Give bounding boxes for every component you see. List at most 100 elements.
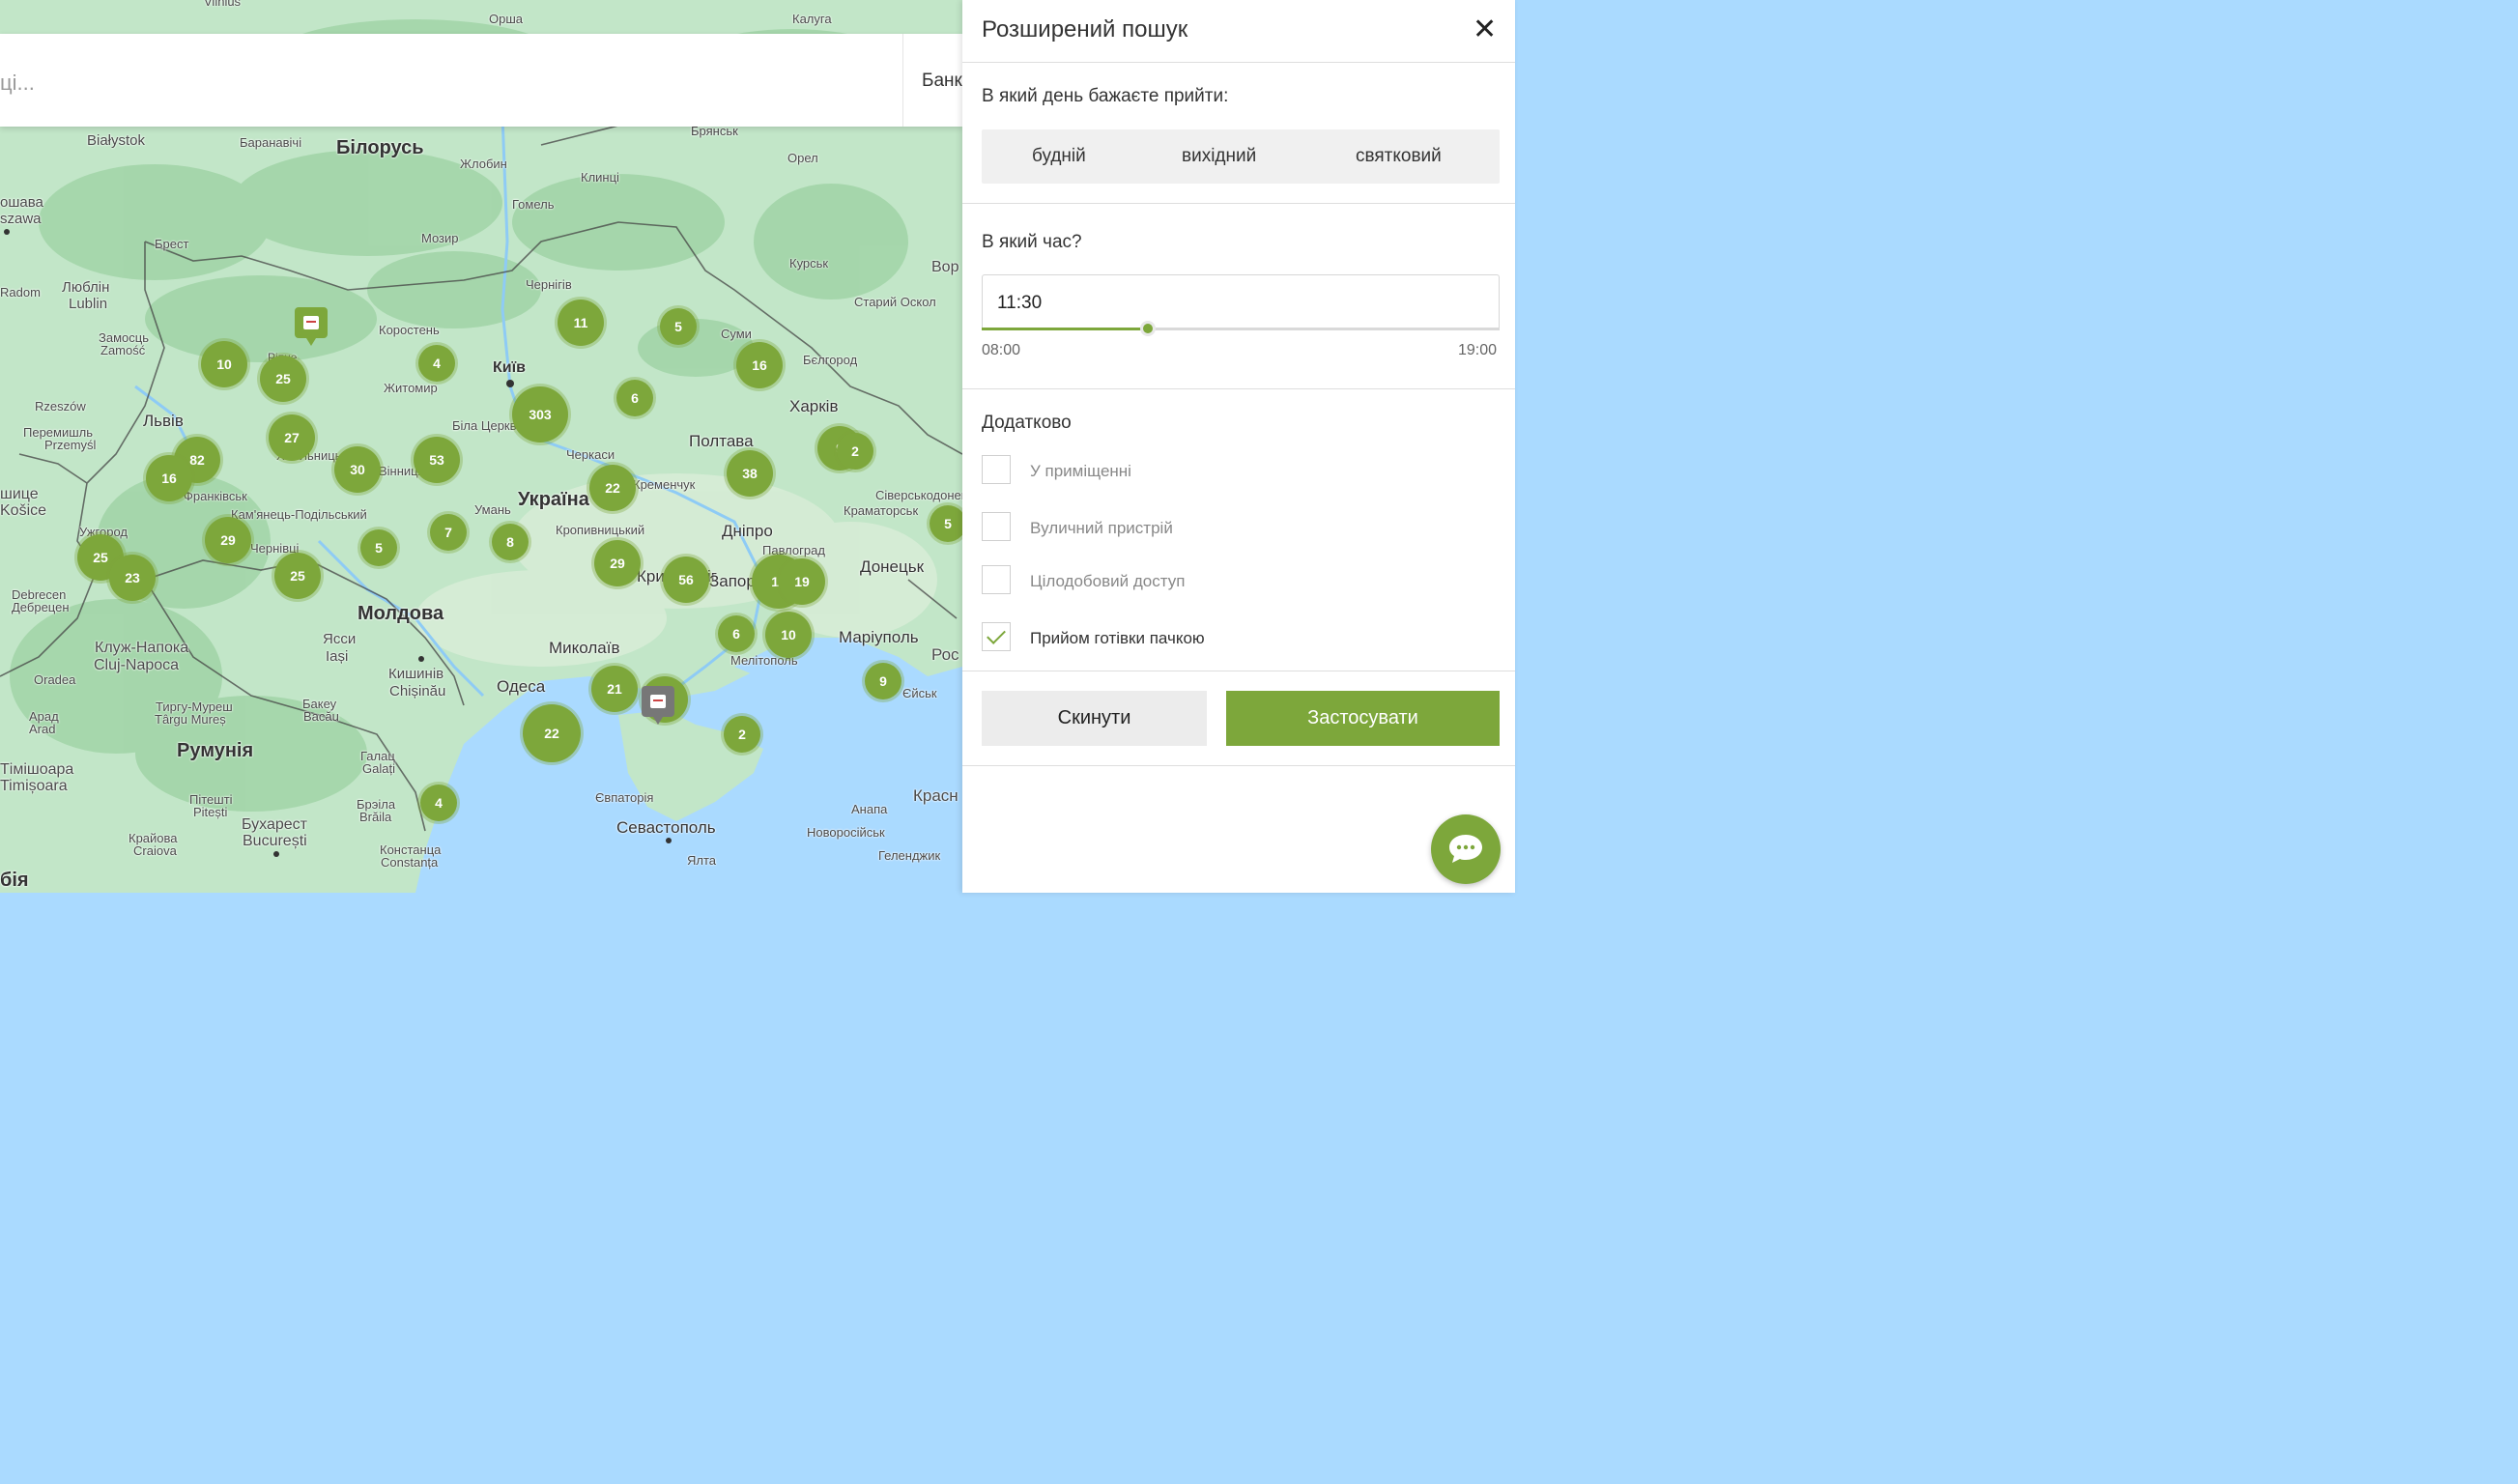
time-max-label: 19:00 — [1458, 342, 1498, 358]
map-cluster[interactable]: 5 — [360, 529, 397, 566]
map-cluster[interactable]: 5 — [660, 308, 697, 345]
map-label: Cluj-Napoca — [94, 657, 180, 673]
map-label: Орел — [787, 151, 818, 165]
map-label-country: Молдова — [358, 603, 444, 624]
map-cluster[interactable]: 4 — [418, 345, 455, 382]
map-label: Тімішоара — [0, 761, 74, 778]
map[interactable]: Vilnius Орша Калуга Białystok Баранавічі… — [0, 0, 962, 893]
map-label: Oradea — [34, 672, 76, 687]
atm-pin-icon[interactable] — [295, 307, 328, 346]
map-label: Брест — [155, 237, 189, 251]
chat-button[interactable] — [1431, 814, 1501, 884]
map-cluster[interactable]: 7 — [430, 514, 467, 551]
close-icon[interactable]: ✕ — [1473, 15, 1497, 44]
map-cluster[interactable]: 25 — [274, 553, 321, 599]
time-slider-handle[interactable] — [1139, 321, 1156, 336]
map-label: szawa — [0, 211, 42, 227]
map-label: Pitești — [193, 805, 228, 819]
map-cluster[interactable]: 30 — [334, 446, 381, 493]
branch-pin-icon[interactable] — [642, 686, 674, 725]
map-label-country: Білорусь — [336, 137, 424, 158]
map-cluster[interactable]: 16 — [146, 455, 192, 501]
map-cluster[interactable]: 2 — [837, 433, 873, 470]
map-label: Lublin — [69, 296, 108, 312]
map-label: Красн — [913, 786, 959, 805]
time-slider-track[interactable] — [982, 328, 1500, 330]
map-label: Геленджик — [878, 848, 941, 863]
day-option-weekend[interactable]: вихідний — [1182, 146, 1256, 167]
time-question: В який час? — [982, 232, 1082, 252]
day-option-holiday[interactable]: святковий — [1356, 146, 1442, 167]
map-label-country: бія — [0, 870, 29, 891]
map-label: Коростень — [379, 323, 440, 337]
map-label: Умань — [474, 502, 511, 517]
map-cluster[interactable]: 38 — [727, 450, 773, 497]
divider — [962, 388, 1515, 389]
map-label: Кам'янець-Подільський — [231, 507, 367, 522]
checkbox-24h[interactable] — [982, 565, 1011, 594]
time-slider-fill — [982, 328, 1148, 330]
map-label: Старий Оскол — [854, 295, 936, 309]
map-cluster[interactable]: 23 — [109, 555, 156, 601]
map-cluster[interactable]: 9 — [865, 663, 901, 699]
map-cluster[interactable]: 19 — [779, 558, 825, 605]
map-cluster[interactable]: 10 — [765, 612, 812, 658]
map-label: Черкаси — [566, 447, 615, 462]
map-cluster[interactable]: 5 — [930, 505, 962, 542]
map-label: Рос — [931, 645, 959, 664]
panel-title: Розширений пошук — [982, 16, 1188, 43]
map-cluster[interactable]: 21 — [591, 666, 638, 712]
reset-button[interactable]: Скинути — [982, 691, 1207, 746]
time-field[interactable]: 11:30 — [982, 274, 1500, 330]
map-cluster[interactable]: 53 — [414, 437, 460, 483]
map-label: шице — [0, 486, 39, 502]
map-label: Орша — [489, 12, 524, 26]
day-question: В який день бажаєте прийти: — [982, 86, 1229, 106]
map-label: Сіверськодонецьк — [875, 488, 962, 502]
map-cluster[interactable]: 11 — [558, 300, 604, 346]
checkbox-cash-bundle[interactable] — [982, 622, 1011, 651]
map-cluster[interactable]: 8 — [492, 524, 529, 560]
map-label: Radom — [0, 285, 41, 300]
apply-button[interactable]: Застосувати — [1226, 691, 1500, 746]
map-cluster[interactable]: 29 — [205, 517, 251, 563]
time-min-label: 08:00 — [982, 342, 1021, 358]
filter-tab-bank[interactable]: Банк — [922, 71, 962, 92]
search-input[interactable]: ці... — [0, 71, 35, 96]
map-label: Львів — [143, 412, 184, 430]
map-cluster[interactable]: 4 — [420, 785, 457, 821]
map-label: Košice — [0, 502, 47, 519]
map-cluster[interactable]: 2 — [724, 716, 760, 753]
map-cluster[interactable]: 10 — [201, 341, 247, 387]
map-label: Galați — [362, 761, 395, 776]
map-cluster[interactable]: 29 — [594, 540, 641, 586]
map-label: Люблін — [62, 279, 110, 296]
map-cluster[interactable]: 25 — [260, 356, 306, 402]
search-divider — [902, 34, 903, 127]
map-cluster[interactable]: 27 — [269, 414, 315, 461]
day-option-weekday[interactable]: будній — [1032, 146, 1086, 167]
map-cluster[interactable]: 22 — [523, 704, 581, 762]
map-label-country: Україна — [518, 489, 589, 510]
checkbox-indoor[interactable] — [982, 455, 1011, 484]
map-cluster[interactable]: 22 — [589, 465, 636, 511]
map-cluster[interactable]: 303 — [512, 386, 568, 442]
advanced-search-panel: Розширений пошук ✕ В який день бажаєте п… — [962, 0, 1515, 893]
map-label: Бєлгород — [803, 353, 858, 367]
chat-bubble-icon — [1449, 835, 1482, 863]
map-label: Баранавічі — [240, 135, 302, 150]
divider — [962, 203, 1515, 204]
checkbox-outdoor[interactable] — [982, 512, 1011, 541]
map-label: Дніпро — [722, 522, 773, 540]
map-label: Мозир — [421, 231, 459, 245]
map-label: Анапа — [851, 802, 888, 816]
map-label: Євпаторія — [595, 790, 654, 805]
map-label: Клинці — [581, 170, 619, 185]
map-label: Франківськ — [184, 489, 247, 503]
map-cluster[interactable]: 6 — [616, 380, 653, 416]
map-cluster[interactable]: 6 — [718, 615, 755, 652]
map-cluster[interactable]: 16 — [736, 342, 783, 388]
map-cluster[interactable]: 56 — [663, 556, 709, 603]
map-label: Ялта — [687, 853, 717, 868]
search-bar: ці... Банк — [0, 34, 962, 127]
